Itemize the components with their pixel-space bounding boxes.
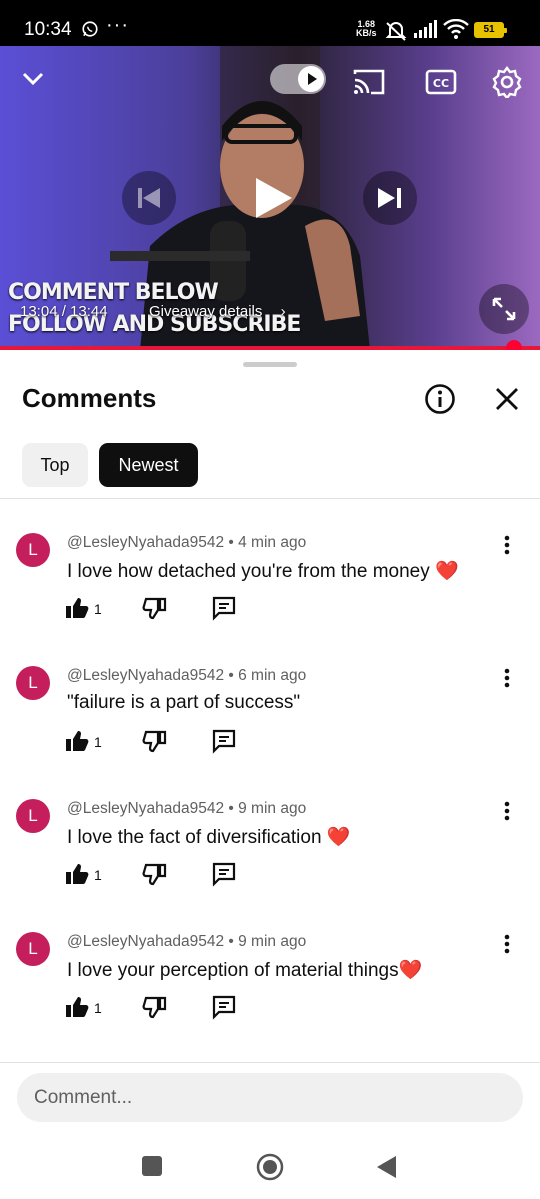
drag-handle[interactable] bbox=[243, 362, 297, 367]
thumbs-down-icon[interactable] bbox=[142, 728, 168, 754]
comment-item: L @LesleyNyahada9542 • 9 min ago I love … bbox=[0, 932, 540, 1065]
divider bbox=[0, 498, 540, 499]
video-time: 13:04 / 13:44 bbox=[20, 303, 108, 320]
reply-icon[interactable] bbox=[211, 994, 237, 1020]
svg-text:CC: CC bbox=[433, 77, 449, 90]
comment-item: L @LesleyNyahada9542 • 6 min ago "failur… bbox=[0, 666, 540, 799]
more-notifications-icon: ··· bbox=[106, 14, 129, 36]
comments-title: Comments bbox=[22, 383, 157, 413]
more-vert-icon[interactable] bbox=[496, 533, 518, 557]
status-bar: 10:34 ··· 1.68 KB/s 51 bbox=[0, 0, 540, 46]
thumbs-down-icon[interactable] bbox=[142, 994, 168, 1020]
comment-meta: @LesleyNyahada9542 • 4 min ago bbox=[67, 534, 307, 551]
reply-icon[interactable] bbox=[211, 728, 237, 754]
collapse-chevron-icon[interactable] bbox=[20, 68, 46, 90]
heart-emoji: ❤️ bbox=[435, 561, 459, 582]
system-nav-bar bbox=[0, 1133, 540, 1199]
thumbs-up-icon[interactable] bbox=[64, 728, 90, 754]
autoplay-toggle[interactable] bbox=[270, 64, 326, 94]
next-icon bbox=[378, 188, 401, 208]
previous-button[interactable] bbox=[122, 171, 176, 225]
comment-meta: @LesleyNyahada9542 • 9 min ago bbox=[67, 933, 307, 950]
comment-input[interactable] bbox=[17, 1073, 523, 1122]
previous-icon bbox=[138, 188, 160, 208]
captions-icon[interactable]: CC bbox=[425, 68, 457, 96]
whatsapp-icon bbox=[82, 21, 98, 37]
comment-meta: @LesleyNyahada9542 • 6 min ago bbox=[67, 667, 307, 684]
reply-icon[interactable] bbox=[211, 861, 237, 887]
thumbs-up-icon[interactable] bbox=[64, 994, 90, 1020]
like-count: 1 bbox=[94, 1000, 102, 1016]
info-icon[interactable] bbox=[424, 383, 456, 415]
more-vert-icon[interactable] bbox=[496, 799, 518, 823]
comment-item: L @LesleyNyahada9542 • 9 min ago I love … bbox=[0, 799, 540, 932]
recents-icon[interactable] bbox=[142, 1156, 162, 1176]
video-player[interactable]: CC COMMENT BELOW FOLLOW AND SUBSCRIBE 13… bbox=[0, 46, 540, 350]
comment-text: I love how detached you're from the mone… bbox=[67, 561, 459, 582]
comment-meta: @LesleyNyahada9542 • 9 min ago bbox=[67, 800, 307, 817]
fullscreen-icon bbox=[492, 297, 516, 321]
like-count: 1 bbox=[94, 867, 102, 883]
like-count: 1 bbox=[94, 734, 102, 750]
comment-text: I love the fact of diversification ❤️ bbox=[67, 827, 351, 848]
heart-emoji: ❤️ bbox=[398, 960, 423, 981]
giveaway-label: Giveaway details bbox=[149, 303, 263, 320]
avatar[interactable]: L bbox=[16, 666, 50, 700]
avatar[interactable]: L bbox=[16, 799, 50, 833]
home-icon[interactable] bbox=[256, 1153, 284, 1181]
avatar[interactable]: L bbox=[16, 533, 50, 567]
back-icon[interactable] bbox=[376, 1155, 398, 1179]
chip-newest[interactable]: Newest bbox=[99, 443, 198, 487]
signal-icon bbox=[414, 20, 437, 38]
network-speed: 1.68 KB/s bbox=[356, 19, 377, 38]
comment-text: "failure is a part of success" bbox=[67, 692, 301, 713]
giveaway-details-link[interactable]: Giveaway details › bbox=[149, 303, 286, 320]
chip-top[interactable]: Top bbox=[22, 443, 88, 487]
comment-item: L @LesleyNyahada9542 • 4 min ago I love … bbox=[0, 533, 540, 666]
avatar[interactable]: L bbox=[16, 932, 50, 966]
thumbs-down-icon[interactable] bbox=[142, 595, 168, 621]
comments-sheet: Comments Top Newest L @LesleyNyahada9542… bbox=[0, 350, 540, 1199]
heart-emoji: ❤️ bbox=[326, 827, 351, 848]
fullscreen-button[interactable] bbox=[479, 284, 529, 334]
more-vert-icon[interactable] bbox=[496, 666, 518, 690]
battery-icon: 51 bbox=[474, 22, 507, 38]
play-icon[interactable] bbox=[248, 174, 296, 222]
autoplay-knob bbox=[298, 66, 324, 92]
status-time: 10:34 bbox=[24, 19, 72, 40]
reply-icon[interactable] bbox=[211, 595, 237, 621]
settings-gear-icon[interactable] bbox=[491, 66, 523, 98]
more-vert-icon[interactable] bbox=[496, 932, 518, 956]
silent-icon bbox=[385, 22, 407, 41]
play-small-icon bbox=[308, 73, 317, 85]
like-count: 1 bbox=[94, 601, 102, 617]
next-button[interactable] bbox=[363, 171, 417, 225]
thumbs-up-icon[interactable] bbox=[64, 595, 90, 621]
cast-icon[interactable] bbox=[352, 68, 386, 96]
progress-scrubber[interactable] bbox=[505, 340, 522, 350]
wifi-icon bbox=[443, 19, 469, 39]
video-overlay-line1: COMMENT BELOW bbox=[8, 280, 219, 305]
comment-text: I love your perception of material thing… bbox=[67, 960, 423, 981]
thumbs-up-icon[interactable] bbox=[64, 861, 90, 887]
close-icon[interactable] bbox=[494, 386, 520, 412]
divider bbox=[0, 1062, 540, 1063]
thumbs-down-icon[interactable] bbox=[142, 861, 168, 887]
chevron-right-icon: › bbox=[280, 303, 286, 320]
